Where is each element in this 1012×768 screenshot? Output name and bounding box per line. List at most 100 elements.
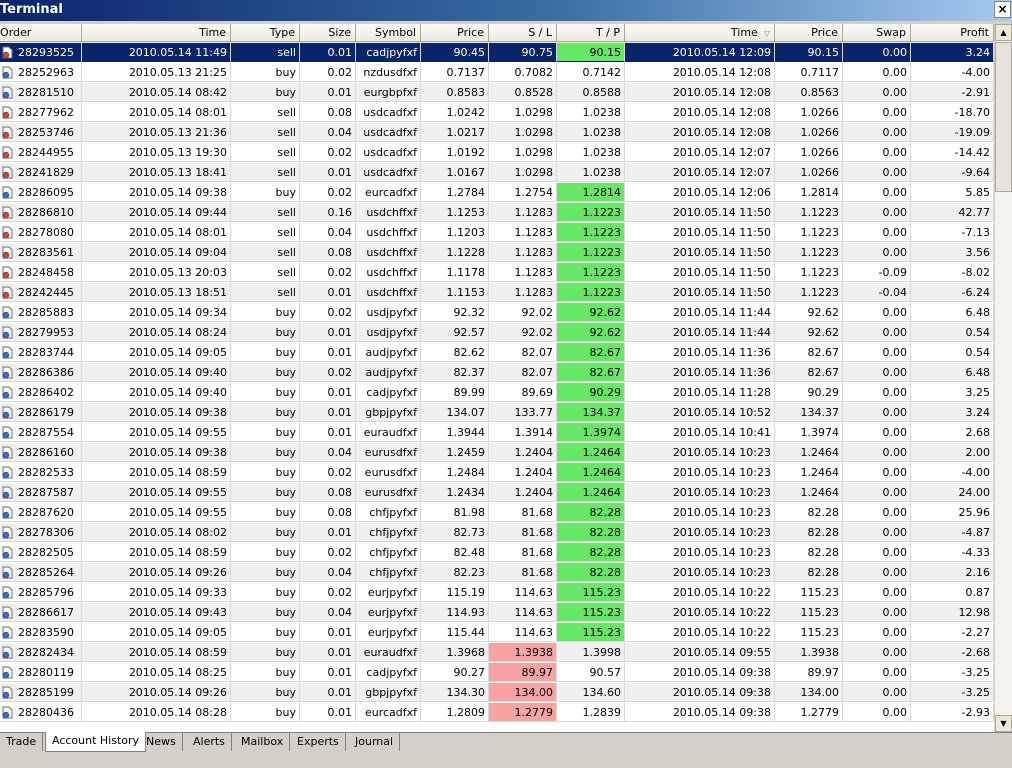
cell-symbol: cadjpyfxf	[356, 43, 421, 62]
column-header-tp[interactable]: T / P	[557, 24, 625, 42]
cell-open-time: 2010.05.14 09:55	[82, 483, 231, 502]
cell-order: 28241829	[0, 163, 82, 182]
table-row[interactable]: 28286179 2010.05.14 09:38 buy 0.01 gbpjpyfxf…	[0, 403, 994, 423]
cell-type: buy	[231, 603, 300, 622]
cell-sl: 1.3914	[489, 423, 557, 442]
table-row[interactable]: 28293525 2010.05.14 11:49 sell 0.01 cadjpyfx…	[0, 43, 994, 63]
cell-sl: 1.2404	[489, 463, 557, 482]
tab-trade[interactable]: Trade	[0, 733, 44, 751]
column-header-order[interactable]: Order	[0, 24, 82, 42]
cell-order: 28286095	[0, 183, 82, 202]
table-row[interactable]: 28286386 2010.05.14 09:40 buy 0.02 audjpyfxf…	[0, 363, 994, 383]
scroll-up-button[interactable]: ▲	[995, 24, 1012, 41]
table-row[interactable]: 28279953 2010.05.14 08:24 buy 0.01 usdjpyfxf…	[0, 323, 994, 343]
table-row[interactable]: 28281510 2010.05.14 08:42 buy 0.01 eurgbpfxf…	[0, 83, 994, 103]
table-row[interactable]: 28283744 2010.05.14 09:05 buy 0.01 audjpyfxf…	[0, 343, 994, 363]
column-header-profit[interactable]: Profit	[911, 24, 994, 42]
buy-order-icon	[2, 326, 13, 339]
table-row[interactable]: 28252963 2010.05.13 21:25 buy 0.02 nzdusdfxf…	[0, 63, 994, 83]
cell-tp: 115.23	[557, 583, 625, 602]
vertical-scrollbar[interactable]: ▲ ▼	[995, 24, 1012, 732]
table-row[interactable]: 28283590 2010.05.14 09:05 buy 0.01 eurjpyfxf…	[0, 623, 994, 643]
table-row[interactable]: 28286810 2010.05.14 09:44 sell 0.16 usdchffx…	[0, 203, 994, 223]
table-row[interactable]: 28280436 2010.05.14 08:28 buy 0.01 eurcadfxf…	[0, 703, 994, 723]
scroll-down-button[interactable]: ▼	[995, 715, 1012, 732]
cell-order: 28283590	[0, 623, 82, 642]
cell-order: 28286402	[0, 383, 82, 402]
cell-size: 0.01	[300, 83, 356, 102]
table-row[interactable]: 28242445 2010.05.13 18:51 sell 0.01 usdchffx…	[0, 283, 994, 303]
cell-profit: -2.93	[911, 703, 994, 722]
cell-close-time: 2010.05.14 10:23	[625, 483, 775, 502]
table-row[interactable]: 28282434 2010.05.14 08:59 buy 0.01 euraudfxf…	[0, 643, 994, 663]
table-row[interactable]: 28287554 2010.05.14 09:55 buy 0.01 euraudfxf…	[0, 423, 994, 443]
cell-size: 0.01	[300, 343, 356, 362]
order-number: 28285796	[18, 586, 74, 599]
cell-close-time: 2010.05.14 11:50	[625, 283, 775, 302]
column-header-close-time[interactable]: Time ▽	[625, 24, 775, 42]
column-header-open-time[interactable]: Time	[82, 24, 231, 42]
column-header-open-price[interactable]: Price	[421, 24, 489, 42]
cell-type: buy	[231, 183, 300, 202]
scroll-thumb[interactable]	[995, 42, 1012, 192]
table-row[interactable]: 28248458 2010.05.13 20:03 sell 0.02 usdchffx…	[0, 263, 994, 283]
table-row[interactable]: 28278080 2010.05.14 08:01 sell 0.04 usdchffx…	[0, 223, 994, 243]
cell-open-time: 2010.05.14 08:59	[82, 643, 231, 662]
cell-type: sell	[231, 123, 300, 142]
table-row[interactable]: 28285796 2010.05.14 09:33 buy 0.02 eurjpyfxf…	[0, 583, 994, 603]
table-row[interactable]: 28287620 2010.05.14 09:55 buy 0.08 chfjpyfxf…	[0, 503, 994, 523]
cell-open-price: 1.1153	[421, 283, 489, 302]
table-row[interactable]: 28285264 2010.05.14 09:26 buy 0.04 chfjpyfxf…	[0, 563, 994, 583]
cell-open-price: 0.8583	[421, 83, 489, 102]
column-header-sl[interactable]: S / L	[489, 24, 557, 42]
column-header-symbol[interactable]: Symbol	[356, 24, 421, 42]
buy-order-icon	[2, 386, 13, 399]
table-row[interactable]: 28241829 2010.05.13 18:41 sell 0.01 usdcadfx…	[0, 163, 994, 183]
table-row[interactable]: 28285883 2010.05.14 09:34 buy 0.02 usdjpyfxf…	[0, 303, 994, 323]
table-row[interactable]: 28278306 2010.05.14 08:02 buy 0.01 chfjpyfxf…	[0, 523, 994, 543]
table-row[interactable]: 28282533 2010.05.14 08:59 buy 0.02 eurusdfxf…	[0, 463, 994, 483]
order-number: 28252963	[18, 66, 74, 79]
tab-account-history[interactable]: Account History	[45, 732, 147, 752]
cell-close-price: 134.37	[775, 403, 843, 422]
cell-tp: 0.8588	[557, 83, 625, 102]
cell-symbol: cadjpyfxf	[356, 383, 421, 402]
cell-size: 0.04	[300, 223, 356, 242]
column-header-close-price[interactable]: Price	[775, 24, 843, 42]
tab-news[interactable]: News	[140, 733, 183, 751]
table-row[interactable]: 28282505 2010.05.14 08:59 buy 0.02 chfjpyfxf…	[0, 543, 994, 563]
tab-journal[interactable]: Journal	[349, 733, 401, 751]
table-row[interactable]: 28287587 2010.05.14 09:55 buy 0.08 eurusdfxf…	[0, 483, 994, 503]
cell-profit: -6.24	[911, 283, 994, 302]
column-header-type[interactable]: Type	[231, 24, 300, 42]
cell-open-price: 1.3944	[421, 423, 489, 442]
column-header-size[interactable]: Size	[300, 24, 356, 42]
table-row[interactable]: 28244955 2010.05.13 19:30 sell 0.02 usdcadfx…	[0, 143, 994, 163]
table-row[interactable]: 28253746 2010.05.13 21:36 sell 0.04 usdcadfx…	[0, 123, 994, 143]
cell-swap: 0.00	[843, 663, 911, 682]
close-button[interactable]: ×	[994, 1, 1011, 18]
table-row[interactable]: 28286617 2010.05.14 09:43 buy 0.04 eurjpyfxf…	[0, 603, 994, 623]
cell-close-time: 2010.05.14 10:23	[625, 463, 775, 482]
tab-mailbox[interactable]: Mailbox	[235, 733, 291, 751]
cell-symbol: audjpyfxf	[356, 343, 421, 362]
tab-alerts[interactable]: Alerts	[187, 733, 232, 751]
table-row[interactable]: 28277962 2010.05.14 08:01 sell 0.08 usdcadfx…	[0, 103, 994, 123]
table-row[interactable]: 28286402 2010.05.14 09:40 buy 0.01 cadjpyfxf…	[0, 383, 994, 403]
table-row[interactable]: 28286160 2010.05.14 09:38 buy 0.04 eurusdfxf…	[0, 443, 994, 463]
column-header-swap[interactable]: Swap	[843, 24, 911, 42]
cell-type: buy	[231, 663, 300, 682]
cell-close-time: 2010.05.14 12:09	[625, 43, 775, 62]
cell-size: 0.01	[300, 283, 356, 302]
cell-symbol: usdchffxf	[356, 283, 421, 302]
cell-profit: 2.68	[911, 423, 994, 442]
cell-symbol: chfjpyfxf	[356, 563, 421, 582]
column-header-label: Price	[457, 26, 484, 39]
tab-experts[interactable]: Experts	[291, 733, 346, 751]
cell-profit: -19.09	[911, 123, 994, 142]
table-row[interactable]: 28286095 2010.05.14 09:38 buy 0.02 eurcadfxf…	[0, 183, 994, 203]
table-row[interactable]: 28280119 2010.05.14 08:25 buy 0.01 cadjpyfxf…	[0, 663, 994, 683]
table-row[interactable]: 28285199 2010.05.14 09:26 buy 0.01 gbpjpyfxf…	[0, 683, 994, 703]
table-row[interactable]: 28283561 2010.05.14 09:04 sell 0.08 usdchffx…	[0, 243, 994, 263]
cell-sl: 82.07	[489, 343, 557, 362]
